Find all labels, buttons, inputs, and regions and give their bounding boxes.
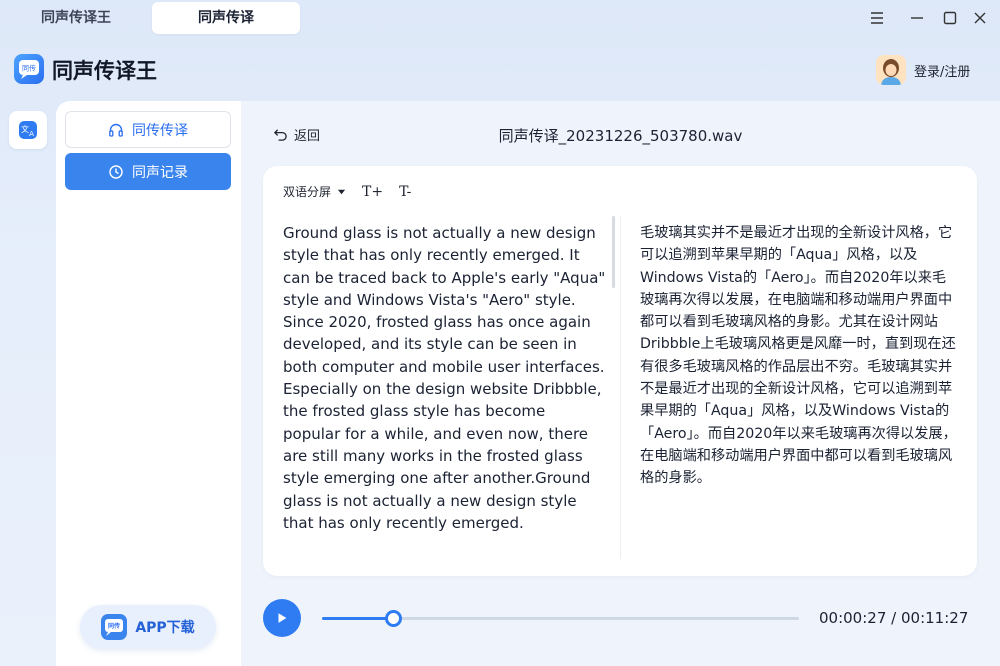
maximize-icon[interactable] xyxy=(940,8,960,28)
logo-text: 同传 xyxy=(108,622,120,630)
current-time: 00:00:27 xyxy=(819,609,887,627)
minimize-icon[interactable] xyxy=(907,8,927,28)
caret-down-icon xyxy=(337,189,346,195)
app-download-button[interactable]: 同传 APP下载 xyxy=(80,605,216,649)
sidebar-item-label: 同声记录 xyxy=(132,164,188,181)
tab-home[interactable]: 同声传译王 xyxy=(2,2,150,34)
progress-thumb[interactable] xyxy=(385,610,403,627)
app-logo-icon: 同传 xyxy=(101,614,128,640)
sidebar: 同传传译 同声记录 同传 APP下载 xyxy=(56,101,241,666)
view-mode-dropdown[interactable]: 双语分屏 xyxy=(283,183,346,200)
play-button[interactable] xyxy=(263,599,301,637)
file-title: 同声传译_20231226_503780.wav xyxy=(498,127,743,145)
pane-divider xyxy=(620,216,621,559)
title-bar: 同声传译王 同声传译 xyxy=(0,0,1000,36)
back-arrow-icon xyxy=(273,129,287,141)
progress-slider[interactable] xyxy=(322,610,799,627)
time-display: 00:00:27 / 00:11:27 xyxy=(819,609,968,627)
translate-icon: 文 A xyxy=(19,121,37,139)
main-panel: 同声传译_20231226_503780.wav 返回 双语分屏 T+ T- G… xyxy=(241,101,1000,666)
transcript-card: 双语分屏 T+ T- Ground glass is not actually … xyxy=(263,166,977,576)
font-increase-button[interactable]: T+ xyxy=(362,184,383,200)
menu-icon[interactable] xyxy=(867,8,887,28)
avatar[interactable] xyxy=(876,55,906,85)
svg-text:A: A xyxy=(29,130,34,138)
transcript-toolbar: 双语分屏 T+ T- xyxy=(283,183,411,200)
tab-simultaneous-interpretation[interactable]: 同声传译 xyxy=(152,2,300,34)
progress-fill xyxy=(322,617,394,620)
logo-text: 同传 xyxy=(22,64,36,73)
login-register-link[interactable]: 登录/注册 xyxy=(914,61,970,80)
close-icon[interactable] xyxy=(970,8,990,28)
source-text: Ground glass is not actually a new desig… xyxy=(283,224,606,532)
app-title: 同声传译王 xyxy=(52,59,157,83)
total-time: 00:11:27 xyxy=(901,609,969,627)
app-logo: 同传 xyxy=(14,54,44,84)
app-download-label: APP下载 xyxy=(135,620,195,636)
sidebar-item-label: 同传传译 xyxy=(132,122,188,139)
play-icon xyxy=(278,613,287,623)
back-button[interactable]: 返回 xyxy=(273,125,320,144)
translated-text: 毛玻璃其实并不是最近才出现的全新设计风格，它可以追溯到苹果早期的「Aqua」风格… xyxy=(640,225,957,487)
sidebar-item-records[interactable]: 同声记录 xyxy=(65,153,231,190)
svg-text:文: 文 xyxy=(21,124,29,134)
clock-icon xyxy=(109,164,123,179)
sidebar-item-interpretation[interactable]: 同传传译 xyxy=(65,111,231,148)
back-label: 返回 xyxy=(294,129,321,144)
font-decrease-button[interactable]: T- xyxy=(399,184,411,200)
headphones-icon xyxy=(109,123,123,137)
view-mode-label: 双语分屏 xyxy=(283,185,332,199)
source-scrollbar[interactable] xyxy=(612,216,615,288)
time-separator: / xyxy=(891,609,897,627)
translate-rail-button[interactable]: 文 A xyxy=(9,111,47,149)
